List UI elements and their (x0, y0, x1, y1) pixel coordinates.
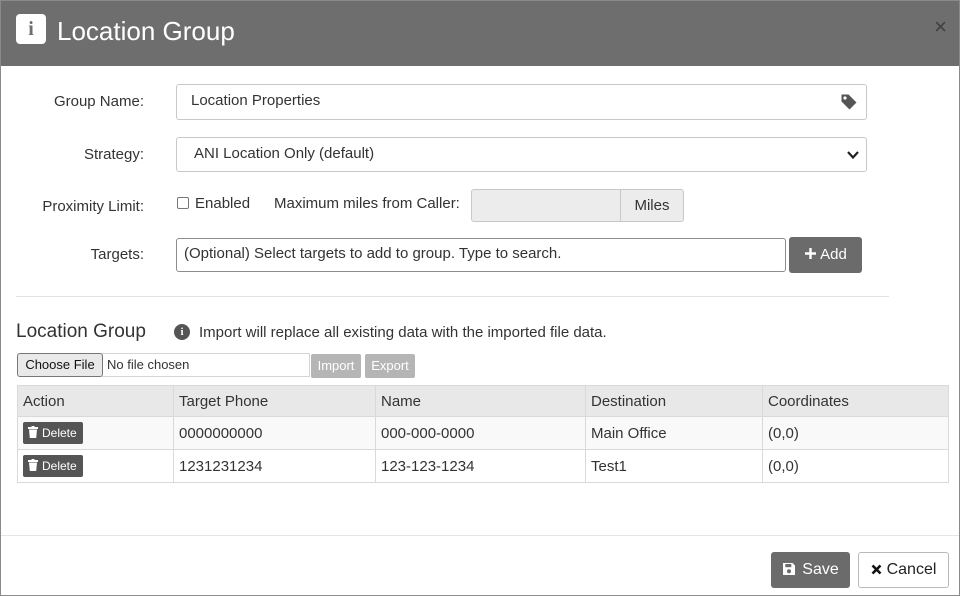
max-miles-input[interactable] (471, 189, 621, 222)
add-target-label: Add (820, 246, 847, 263)
enabled-checkbox[interactable] (177, 197, 189, 209)
action-cell: Delete (17, 449, 174, 483)
trash-icon (28, 459, 38, 471)
export-button[interactable]: Export (365, 354, 415, 378)
column-header-target-phone: Target Phone (173, 385, 376, 417)
section-title: Location Group (16, 321, 146, 342)
column-header-coordinates: Coordinates (762, 385, 949, 417)
location-group-dialog: i Location Group × Group Name: Location … (0, 0, 960, 596)
dialog-header: i Location Group × (1, 1, 959, 66)
coordinates-cell: (0,0) (762, 416, 949, 450)
no-file-text: No file chosen (107, 357, 190, 372)
chevron-down-icon (847, 151, 859, 160)
save-label: Save (802, 561, 839, 578)
floppy-disk-icon (783, 563, 796, 575)
column-header-destination: Destination (585, 385, 763, 417)
save-button[interactable]: Save (771, 552, 850, 588)
group-name-input[interactable]: Location Properties (176, 84, 867, 120)
plus-icon (805, 248, 817, 259)
close-icon (871, 564, 882, 575)
targets-label: Targets: (90, 246, 144, 263)
destination-cell: Test1 (585, 449, 763, 483)
delete-label: Delete (42, 459, 77, 473)
table-row: Delete 1231231234 123-123-1234 Test1 (0,… (17, 449, 949, 483)
delete-button[interactable]: Delete (23, 422, 83, 444)
add-target-button[interactable]: Add (789, 237, 862, 273)
strategy-label: Strategy: (83, 146, 144, 163)
footer-divider (1, 535, 959, 536)
name-cell: 000-000-0000 (375, 416, 586, 450)
delete-button[interactable]: Delete (23, 455, 83, 477)
column-header-action: Action (17, 385, 174, 417)
info-icon: i (174, 324, 190, 340)
group-name-label: Group Name: (53, 93, 144, 110)
close-icon[interactable]: × (934, 16, 947, 38)
cancel-button[interactable]: Cancel (858, 552, 949, 588)
max-miles-label: Maximum miles from Caller: (274, 195, 460, 212)
table-header-row: Action Target Phone Name Destination Coo… (17, 385, 949, 417)
table-row: Delete 0000000000 000-000-0000 Main Offi… (17, 416, 949, 450)
miles-addon: Miles (620, 189, 684, 222)
action-cell: Delete (17, 416, 174, 450)
location-table: Action Target Phone Name Destination Coo… (17, 385, 949, 483)
name-cell: 123-123-1234 (375, 449, 586, 483)
tag-icon (841, 94, 857, 110)
target-phone-cell: 0000000000 (173, 416, 376, 450)
target-phone-cell: 1231231234 (173, 449, 376, 483)
destination-cell: Main Office (585, 416, 763, 450)
section-divider (16, 296, 889, 297)
targets-placeholder: (Optional) Select targets to add to grou… (184, 245, 562, 262)
strategy-value: ANI Location Only (default) (194, 145, 375, 162)
column-header-name: Name (375, 385, 586, 417)
group-name-value: Location Properties (191, 92, 321, 109)
cancel-label: Cancel (886, 561, 937, 578)
proximity-limit-label: Proximity Limit: (42, 198, 144, 215)
choose-file-button[interactable]: Choose File (17, 353, 103, 377)
dialog-title: Location Group (57, 16, 235, 46)
delete-label: Delete (42, 426, 77, 440)
trash-icon (28, 426, 38, 438)
import-button[interactable]: Import (311, 354, 361, 378)
info-icon: i (16, 14, 46, 44)
coordinates-cell: (0,0) (762, 449, 949, 483)
strategy-select[interactable]: ANI Location Only (default) (176, 137, 867, 172)
enabled-label: Enabled (195, 195, 251, 212)
import-note: Import will replace all existing data wi… (199, 324, 607, 341)
targets-input[interactable]: (Optional) Select targets to add to grou… (176, 238, 786, 272)
